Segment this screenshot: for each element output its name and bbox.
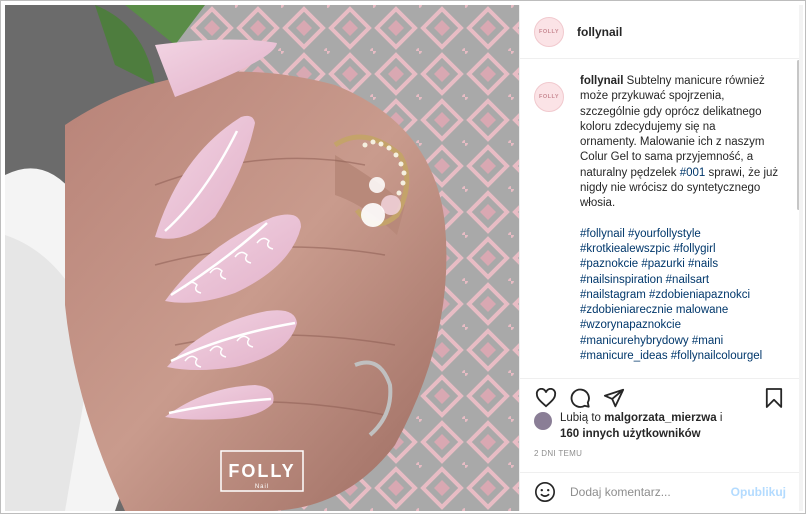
post-time[interactable]: 2 DNI TEMU bbox=[534, 449, 582, 458]
hashtag-line[interactable]: #wzorynapaznokcie bbox=[580, 318, 778, 333]
hashtag-block: #follynail #yourfollystyle #krotkiealews… bbox=[580, 227, 778, 365]
caption-tag-link[interactable]: #001 bbox=[680, 167, 706, 179]
liker-username[interactable]: malgorzata_mierzwa bbox=[604, 412, 717, 424]
window-scrollbar[interactable] bbox=[799, 5, 803, 511]
caption-line: sprawi, że już bbox=[705, 166, 779, 179]
hashtag-line[interactable]: #nailstagram #zdobieniapaznokci bbox=[580, 288, 778, 303]
caption-line: może przykuwać spojrzenia, bbox=[580, 90, 725, 103]
comment-input[interactable]: Dodaj komentarz... bbox=[570, 485, 731, 499]
share-icon[interactable] bbox=[602, 386, 626, 410]
hashtag-line[interactable]: #follynail #yourfollystyle bbox=[580, 227, 778, 242]
avatar-logo: FOLLY bbox=[538, 28, 560, 35]
caption-username[interactable]: follynail bbox=[580, 75, 623, 87]
comment-box: Dodaj komentarz... Opublikuj bbox=[520, 472, 800, 511]
header-username[interactable]: follynail bbox=[577, 25, 622, 39]
caption-line: Subtelny manicure również bbox=[626, 75, 765, 87]
post-side-panel: FOLLY follynail FOLLY follynail Subtelny… bbox=[519, 5, 800, 511]
instagram-post-window: FOLLY Nail FOLLY follynail FOLLY follyna… bbox=[0, 0, 806, 514]
avatar[interactable]: FOLLY bbox=[534, 16, 564, 47]
hashtag-line[interactable]: #paznokcie #pazurki #nails bbox=[580, 257, 778, 272]
caption-text: follynail Subtelny manicure również może… bbox=[580, 74, 778, 364]
heart-icon[interactable] bbox=[534, 386, 558, 410]
caption-area[interactable]: FOLLY follynail Subtelny manicure równie… bbox=[520, 60, 800, 378]
hashtag-line[interactable]: #nailsinspiration #nailsart bbox=[580, 273, 778, 288]
caption-line: nigdy nie wrócisz do syntetycznego bbox=[580, 182, 761, 195]
caption-line: naturalny pędzelek bbox=[580, 166, 680, 179]
caption-line: ornamenty. Malowanie ich z naszym bbox=[580, 136, 765, 149]
hashtag-line[interactable]: #krotkiealewszpic #follygirl bbox=[580, 242, 778, 257]
caption-line: szczególnie gdy oprócz delikatnego bbox=[580, 105, 762, 118]
likes-others-link[interactable]: 160 innych użytkowników bbox=[560, 428, 701, 440]
bookmark-icon[interactable] bbox=[762, 386, 786, 410]
likes-summary: Lubią to malgorzata_mierzwa i 160 innych… bbox=[534, 410, 792, 442]
post-photo[interactable]: FOLLY Nail bbox=[5, 5, 519, 511]
smiley-icon[interactable] bbox=[534, 481, 556, 503]
caption-line: koloru zdecydujemy się na bbox=[580, 120, 716, 133]
caption-avatar[interactable]: FOLLY bbox=[534, 82, 564, 112]
caption-line: włosia. bbox=[580, 197, 616, 210]
caption-avatar-logo: FOLLY bbox=[538, 94, 560, 100]
hashtag-line[interactable]: #zdobieniarecznie malowane bbox=[580, 303, 778, 318]
photo-logo-subtext: Nail bbox=[255, 484, 269, 490]
hashtag-line[interactable]: #manicurehybrydowy #mani bbox=[580, 334, 778, 349]
caption-line: Colur Gel to sama przyjemność, a bbox=[580, 151, 754, 164]
post-header: FOLLY follynail bbox=[520, 5, 799, 59]
likes-suffix: i bbox=[719, 412, 723, 424]
comment-icon[interactable] bbox=[568, 386, 592, 410]
publish-button[interactable]: Opublikuj bbox=[731, 485, 786, 499]
liker-avatar[interactable] bbox=[534, 412, 552, 430]
photo-logo-text: FOLLY bbox=[228, 461, 295, 481]
likes-prefix: Lubią to bbox=[560, 412, 601, 424]
hashtag-line[interactable]: #manicure_ideas #follynailcolourgel bbox=[580, 349, 778, 364]
